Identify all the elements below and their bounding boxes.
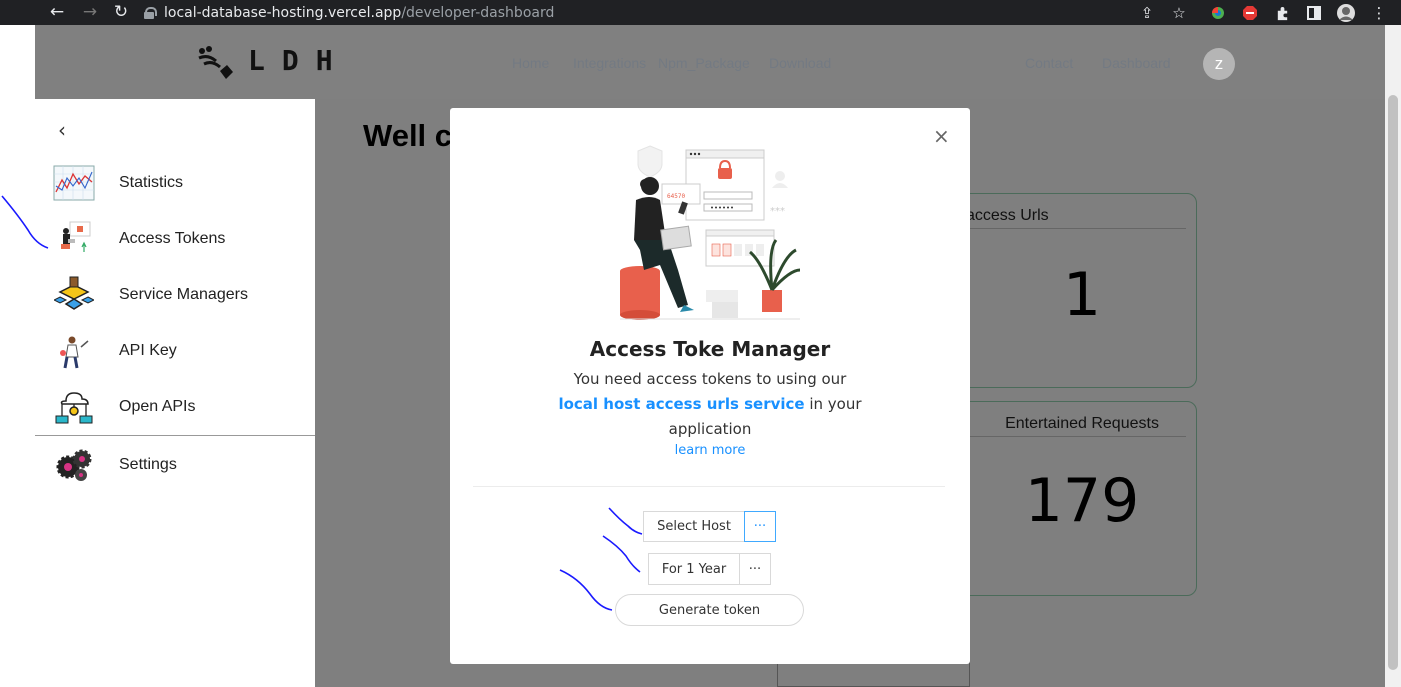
security-illustration: 64570 *** (620, 145, 801, 320)
duration-more-button[interactable]: ··· (739, 553, 771, 585)
nav-contact[interactable]: Contact (1025, 55, 1073, 71)
sidebar-item-settings[interactable]: Settings (52, 441, 314, 489)
svg-text:64570: 64570 (667, 193, 685, 200)
sidebar-item-label: Open APIs (119, 398, 196, 415)
url-host: local-database-hosting.vercel.app (164, 4, 402, 21)
sidebar-item-label: Access Tokens (119, 230, 226, 247)
modal-title: Access Toke Manager (589, 337, 831, 361)
select-host-more-button[interactable]: ··· (744, 511, 776, 542)
sidebar-item-label: Service Managers (119, 286, 248, 303)
learn-more-link[interactable]: learn more (450, 443, 970, 458)
scrollbar-thumb[interactable] (1388, 95, 1398, 670)
close-icon[interactable]: × (933, 124, 950, 148)
modal-description-line1: You need access tokens to using our (573, 370, 847, 388)
select-host-button[interactable]: Select Host (643, 511, 745, 542)
puzzle-extensions-icon[interactable] (1271, 2, 1293, 24)
nav-dashboard[interactable]: Dashboard (1102, 55, 1171, 71)
back-arrow-icon[interactable]: ← (46, 1, 68, 23)
share-icon[interactable]: ⇪ (1136, 2, 1158, 24)
modal-divider (473, 486, 945, 487)
sidepanel-icon[interactable] (1303, 2, 1325, 24)
adblock-icon[interactable] (1239, 2, 1261, 24)
extension-color-icon[interactable] (1207, 2, 1229, 24)
sidebar-item-statistics[interactable]: Statistics (52, 159, 314, 207)
network-icon (52, 273, 96, 317)
chart-icon (52, 161, 96, 205)
reload-icon[interactable]: ↻ (110, 1, 132, 23)
person-key-icon (52, 329, 96, 373)
page-left-gutter (0, 25, 35, 687)
generate-token-button[interactable]: Generate token (615, 594, 804, 626)
logo-text[interactable]: LDH (248, 44, 350, 77)
sidebar-item-service-managers[interactable]: Service Managers (52, 271, 314, 319)
welcome-heading: Well c (363, 118, 453, 153)
svg-text:***: *** (770, 206, 785, 217)
chevron-left-icon[interactable]: ‹ (58, 118, 66, 142)
sidebar-item-label: API Key (119, 342, 177, 359)
url-path: /developer-dashboard (401, 4, 555, 21)
gears-icon (52, 443, 96, 487)
forward-arrow-icon[interactable]: → (79, 1, 101, 23)
browser-toolbar: ← → ↻ local-database-hosting.vercel.app /… (0, 0, 1401, 25)
duration-button[interactable]: For 1 Year (648, 553, 740, 585)
service-link[interactable]: local host access urls service (558, 395, 804, 413)
sidebar-item-label: Settings (119, 456, 177, 473)
ldh-logo-icon[interactable] (196, 45, 234, 81)
sidebar-divider (35, 435, 315, 436)
nav-download[interactable]: Download (769, 55, 831, 71)
lock-icon (144, 6, 157, 19)
address-bar[interactable]: local-database-hosting.vercel.app/develo… (140, 1, 1200, 24)
sidebar-item-api-key[interactable]: API Key (52, 327, 314, 375)
description-suffix: in your (804, 395, 862, 413)
nav-npm-package[interactable]: Npm_Package (658, 55, 750, 71)
profile-icon[interactable] (1335, 2, 1357, 24)
nav-integrations[interactable]: Integrations (573, 55, 646, 71)
kebab-menu-icon[interactable]: ⋮ (1368, 2, 1390, 24)
sidebar-item-open-apis[interactable]: Open APIs (52, 383, 314, 431)
person-laptop-icon (52, 217, 96, 261)
sidebar-item-label: Statistics (119, 174, 184, 191)
cloud-network-icon (52, 385, 96, 429)
modal-description-line3: application (668, 420, 752, 438)
sidebar-item-access-tokens[interactable]: Access Tokens (52, 215, 314, 263)
bookmark-star-icon[interactable]: ☆ (1168, 2, 1190, 24)
nav-home[interactable]: Home (512, 55, 549, 71)
user-avatar[interactable]: z (1203, 48, 1235, 80)
modal-description-line2: local host access urls service in your (450, 395, 970, 413)
